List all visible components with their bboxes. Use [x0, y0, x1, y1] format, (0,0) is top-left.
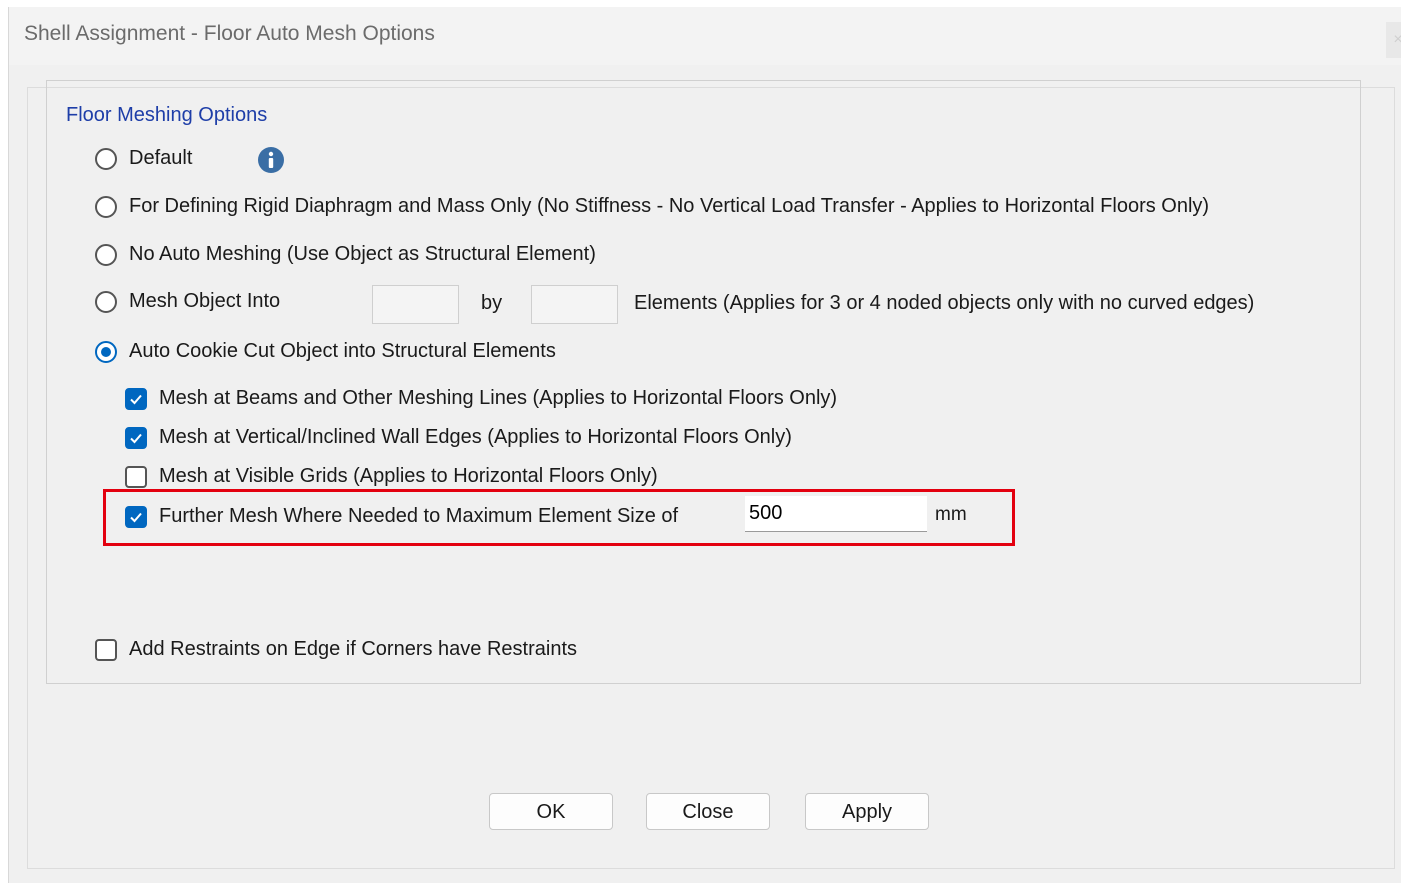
- mesh-into-count-1-field[interactable]: [372, 285, 459, 324]
- default-radio[interactable]: [95, 147, 117, 170]
- add-restraints-label: Add Restraints on Edge if Corners have R…: [129, 638, 577, 660]
- ok-button[interactable]: OK: [489, 793, 613, 830]
- highlight-box: [103, 489, 1015, 546]
- mesh-at-walls-label: Mesh at Vertical/Inclined Wall Edges (Ap…: [159, 426, 792, 448]
- auto-cookie-cut-radio[interactable]: [95, 340, 117, 363]
- auto-cookie-cut-label: Auto Cookie Cut Object into Structural E…: [129, 340, 556, 362]
- group-legend: Floor Meshing Options: [63, 104, 271, 127]
- option-mesh-at-beams[interactable]: Mesh at Beams and Other Meshing Lines (A…: [125, 387, 837, 410]
- option-auto-cookie-cut[interactable]: Auto Cookie Cut Object into Structural E…: [95, 340, 556, 363]
- mesh-at-grids-checkbox[interactable]: [125, 465, 147, 488]
- no-auto-meshing-radio[interactable]: [95, 243, 117, 266]
- floor-meshing-options-group: [46, 80, 1361, 684]
- mesh-at-beams-checkbox[interactable]: [125, 387, 147, 410]
- option-mesh-at-grids[interactable]: Mesh at Visible Grids (Applies to Horizo…: [125, 465, 658, 488]
- mesh-into-count-1-input[interactable]: [373, 286, 458, 323]
- option-default[interactable]: Default: [95, 147, 192, 170]
- close-button[interactable]: Close: [646, 793, 770, 830]
- option-mesh-at-walls[interactable]: Mesh at Vertical/Inclined Wall Edges (Ap…: [125, 426, 792, 449]
- mesh-at-grids-label: Mesh at Visible Grids (Applies to Horizo…: [159, 465, 658, 487]
- checkmark-icon: [130, 433, 142, 443]
- apply-button[interactable]: Apply: [805, 793, 929, 830]
- close-window-button[interactable]: ×: [1386, 22, 1401, 58]
- mesh-at-walls-checkbox[interactable]: [125, 426, 147, 449]
- option-no-auto-meshing[interactable]: No Auto Meshing (Use Object as Structura…: [95, 243, 596, 266]
- mesh-into-count-2-field[interactable]: [531, 285, 618, 324]
- add-restraints-checkbox[interactable]: [95, 638, 117, 661]
- title-bar: Shell Assignment - Floor Auto Mesh Optio…: [9, 7, 1401, 65]
- rigid-diaphragm-radio[interactable]: [95, 195, 117, 218]
- mesh-into-suffix-label: Elements (Applies for 3 or 4 noded objec…: [634, 292, 1255, 314]
- option-rigid-diaphragm[interactable]: For Defining Rigid Diaphragm and Mass On…: [95, 195, 1209, 218]
- default-label: Default: [129, 147, 193, 169]
- mesh-object-into-radio[interactable]: [95, 290, 117, 313]
- no-auto-meshing-label: No Auto Meshing (Use Object as Structura…: [129, 243, 596, 265]
- info-icon[interactable]: [257, 146, 285, 174]
- option-mesh-object-into[interactable]: Mesh Object Into: [95, 290, 280, 313]
- mesh-into-count-2-input[interactable]: [532, 286, 617, 323]
- option-add-restraints[interactable]: Add Restraints on Edge if Corners have R…: [95, 638, 577, 661]
- mesh-object-into-label: Mesh Object Into: [129, 290, 281, 312]
- mesh-at-beams-label: Mesh at Beams and Other Meshing Lines (A…: [159, 387, 838, 409]
- window-title: Shell Assignment - Floor Auto Mesh Optio…: [24, 22, 435, 45]
- rigid-diaphragm-label: For Defining Rigid Diaphragm and Mass On…: [129, 195, 1210, 217]
- checkmark-icon: [130, 394, 142, 404]
- mesh-into-by-label: by: [481, 292, 503, 314]
